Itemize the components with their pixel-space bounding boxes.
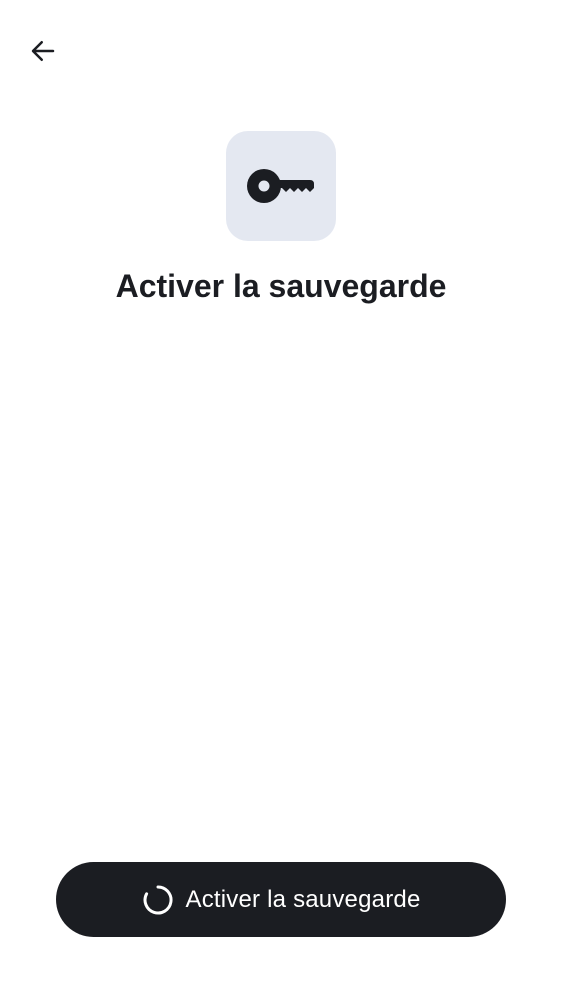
key-icon (247, 169, 314, 203)
key-icon-tile (226, 131, 336, 241)
page-title: Activer la sauvegarde (115, 268, 447, 304)
enable-backup-button[interactable]: Activer la sauvegarde (56, 862, 506, 937)
arrow-left-icon (31, 41, 55, 61)
loading-spinner-icon (142, 884, 174, 916)
enable-backup-button-label: Activer la sauvegarde (185, 885, 421, 913)
back-button[interactable] (20, 28, 66, 74)
